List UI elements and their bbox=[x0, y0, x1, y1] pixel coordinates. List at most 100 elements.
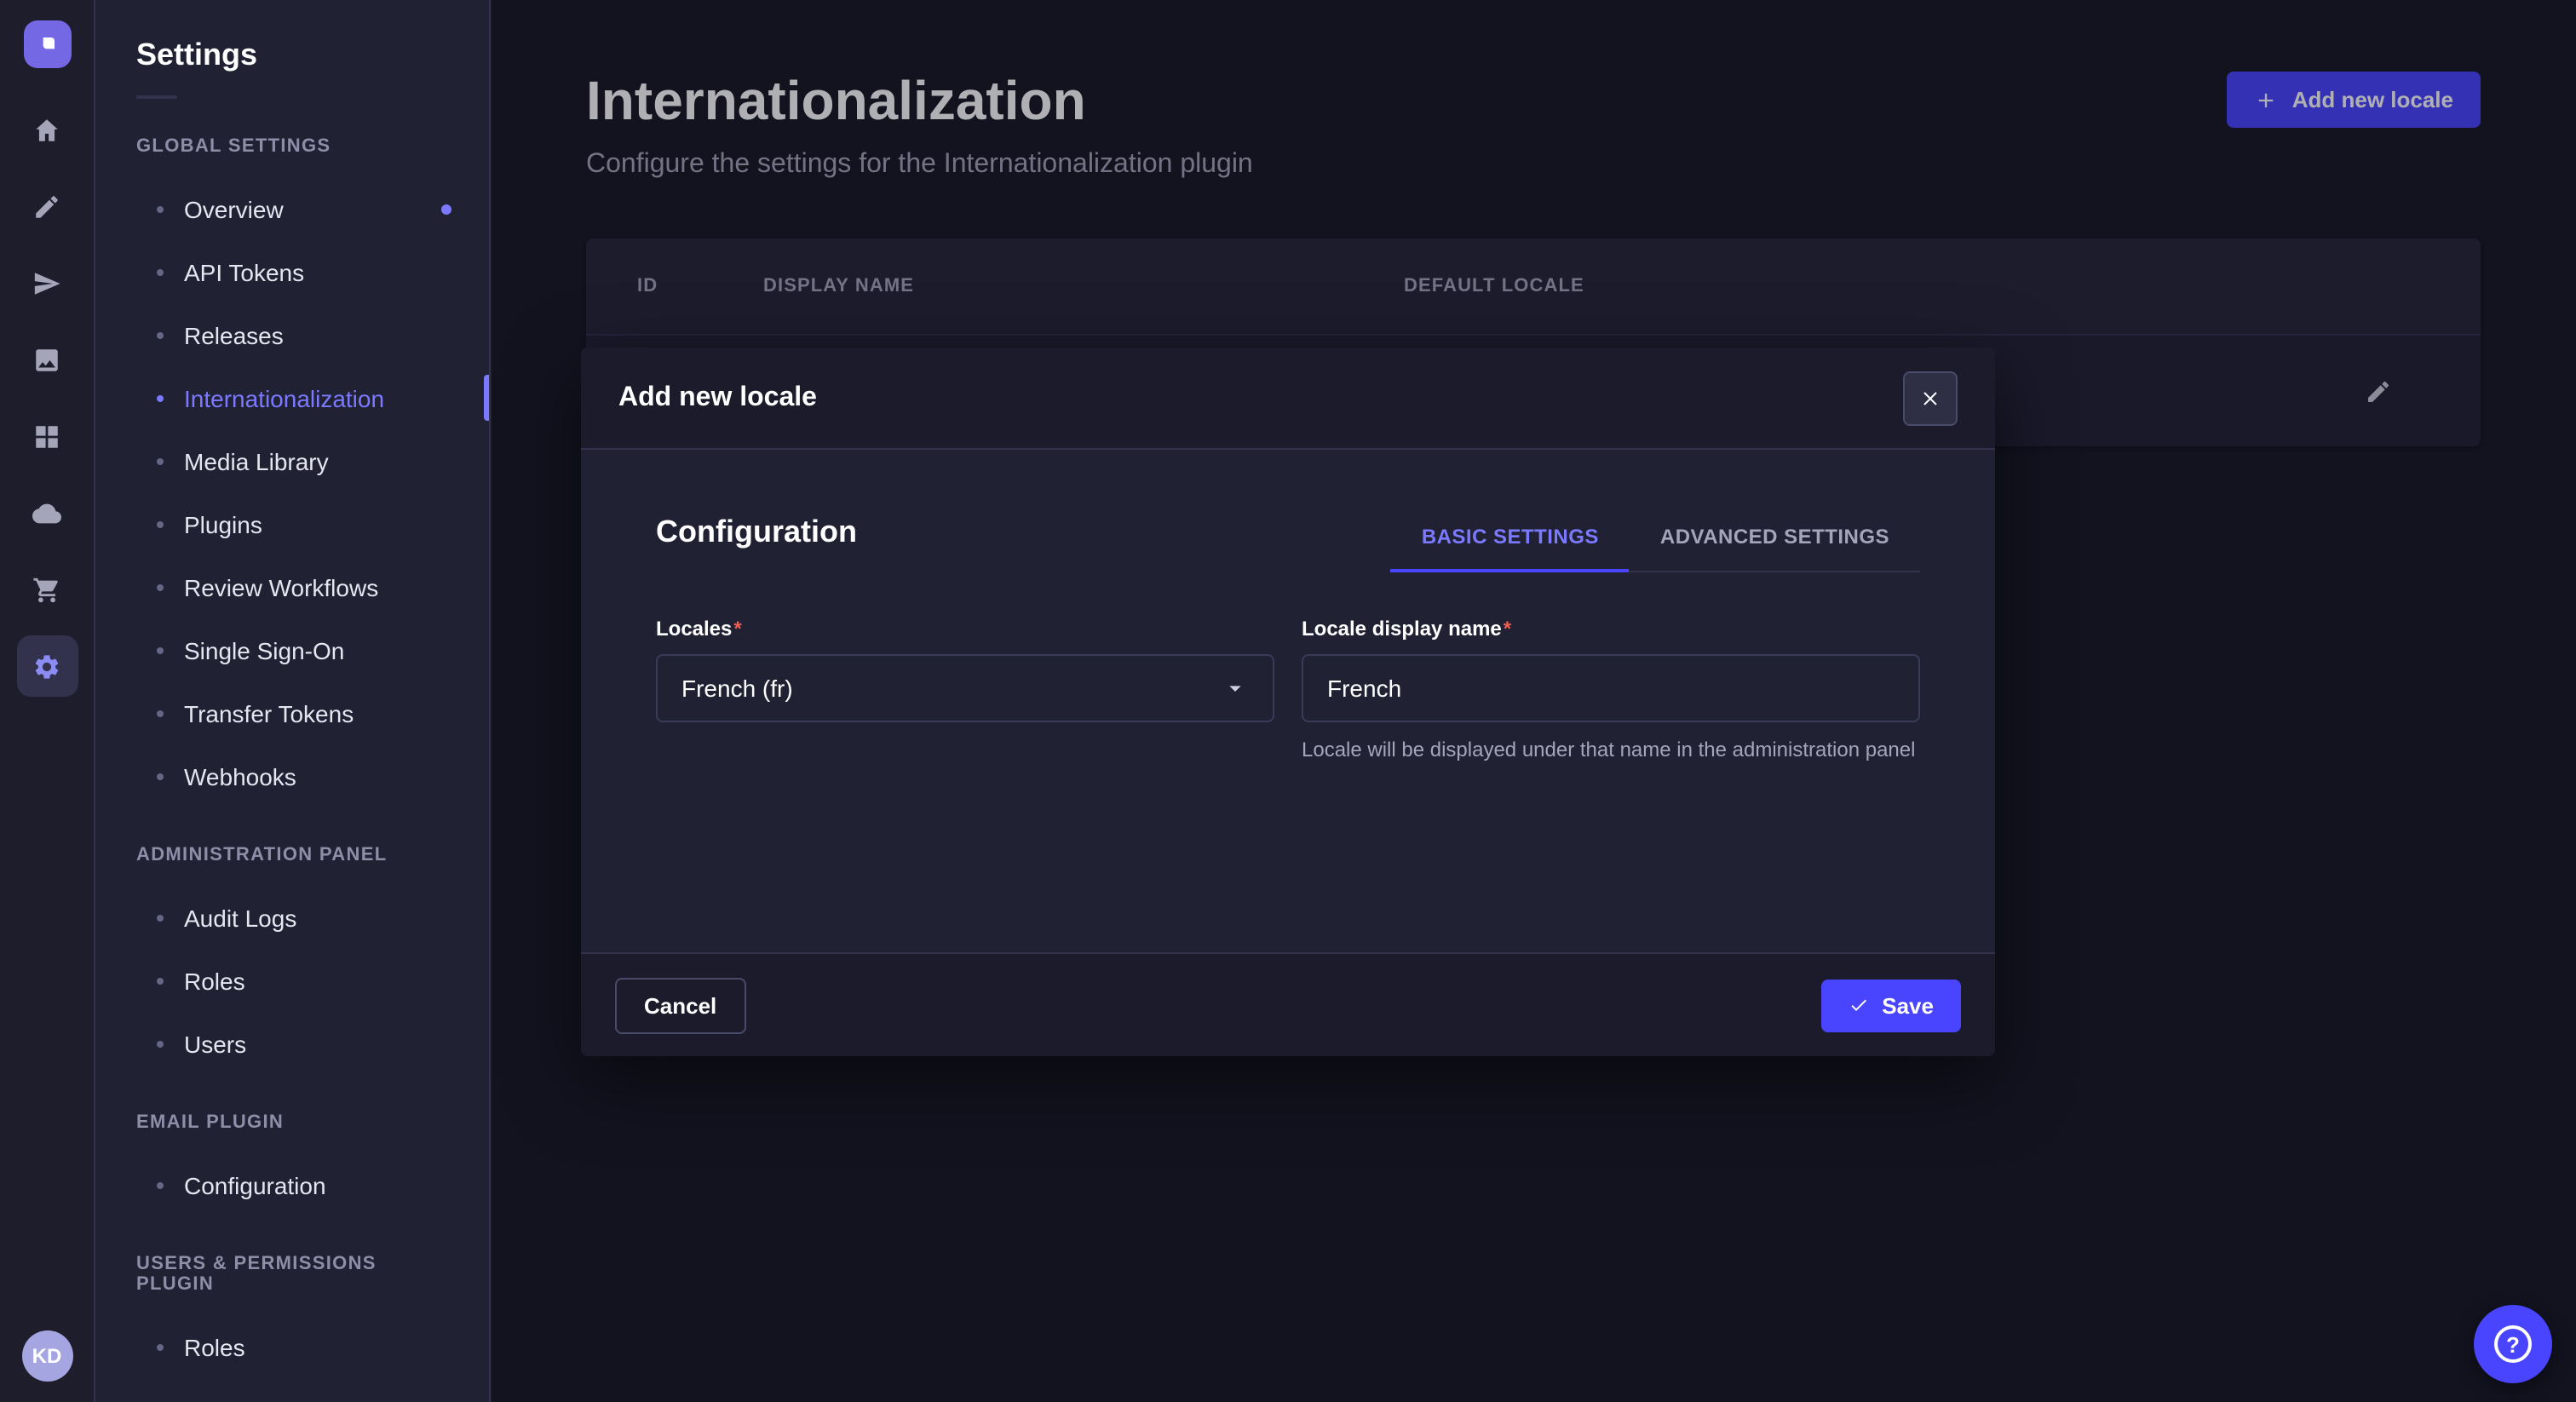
display-name-field: Locale display name* Locale will be disp… bbox=[1302, 617, 1920, 765]
section-users-permissions-plugin: USERS & PERMISSIONS PLUGIN bbox=[136, 1254, 448, 1295]
main-nav-rail: KD bbox=[0, 0, 95, 1402]
sidebar-item-label: Roles bbox=[184, 1333, 245, 1360]
section-email-plugin: EMAIL PLUGIN bbox=[136, 1112, 448, 1133]
help-button[interactable]: ? bbox=[2474, 1305, 2552, 1383]
sidebar-item-providers[interactable]: Providers bbox=[95, 1378, 489, 1402]
close-icon bbox=[1920, 388, 1941, 408]
sidebar-item-review-workflows[interactable]: Review Workflows bbox=[95, 555, 489, 618]
locales-select[interactable]: French (fr) bbox=[656, 654, 1274, 722]
bullet-icon bbox=[157, 773, 164, 779]
sidebar-item-email-configuration[interactable]: Configuration bbox=[95, 1153, 489, 1216]
tab-basic-settings[interactable]: BASIC SETTINGS bbox=[1391, 508, 1630, 571]
modal-title: Add new locale bbox=[618, 382, 817, 413]
section-global-settings: GLOBAL SETTINGS bbox=[136, 136, 448, 157]
sidebar-item-label: Review Workflows bbox=[184, 573, 378, 600]
locales-label-text: Locales bbox=[656, 617, 732, 641]
app-window: KD Settings GLOBAL SETTINGS Overview API… bbox=[0, 0, 2576, 1402]
sidebar-item-label: Media Library bbox=[184, 447, 329, 474]
check-icon bbox=[1848, 995, 1868, 1015]
sidebar-item-plugins[interactable]: Plugins bbox=[95, 492, 489, 555]
bullet-icon bbox=[157, 394, 164, 401]
settings-tabs: BASIC SETTINGS ADVANCED SETTINGS bbox=[1391, 508, 1920, 572]
settings-sidebar: Settings GLOBAL SETTINGS Overview API To… bbox=[95, 0, 491, 1402]
bullet-icon bbox=[157, 268, 164, 275]
strapi-logo-icon bbox=[33, 31, 60, 58]
sidebar-item-audit-logs[interactable]: Audit Logs bbox=[95, 886, 489, 949]
sidebar-item-webhooks[interactable]: Webhooks bbox=[95, 744, 489, 807]
bullet-icon bbox=[157, 331, 164, 338]
sidebar-item-admin-roles[interactable]: Roles bbox=[95, 949, 489, 1012]
bullet-icon bbox=[157, 583, 164, 590]
modal-header: Add new locale bbox=[581, 348, 1995, 450]
sidebar-item-api-tokens[interactable]: API Tokens bbox=[95, 240, 489, 303]
locales-label: Locales* bbox=[656, 617, 1274, 641]
locales-select-value: French (fr) bbox=[681, 675, 793, 702]
locale-form: Locales* French (fr) Locale display name… bbox=[656, 617, 1920, 765]
sidebar-item-label: API Tokens bbox=[184, 258, 304, 285]
sidebar-divider bbox=[136, 95, 177, 99]
notification-dot-icon bbox=[441, 204, 451, 214]
bullet-icon bbox=[157, 1343, 164, 1350]
cloud-icon[interactable] bbox=[16, 482, 78, 543]
sidebar-item-label: Audit Logs bbox=[184, 904, 296, 931]
display-name-label-text: Locale display name bbox=[1302, 617, 1502, 641]
avatar[interactable]: KD bbox=[21, 1330, 72, 1382]
send-icon[interactable] bbox=[16, 252, 78, 313]
sidebar-item-overview[interactable]: Overview bbox=[95, 177, 489, 240]
display-name-input[interactable] bbox=[1302, 654, 1920, 722]
sidebar-item-internationalization[interactable]: Internationalization bbox=[95, 366, 489, 429]
bullet-icon bbox=[157, 710, 164, 716]
sidebar-item-label: Internationalization bbox=[184, 384, 384, 411]
bullet-icon bbox=[157, 457, 164, 464]
configuration-row: Configuration BASIC SETTINGS ADVANCED SE… bbox=[656, 508, 1920, 572]
sidebar-item-label: Roles bbox=[184, 967, 245, 994]
add-locale-modal: Add new locale Configuration BASIC SETTI… bbox=[581, 348, 1995, 1056]
save-button[interactable]: Save bbox=[1820, 979, 1961, 1031]
display-name-hint: Locale will be displayed under that name… bbox=[1302, 736, 1920, 765]
sidebar-item-label: Providers bbox=[184, 1396, 285, 1402]
cancel-button[interactable]: Cancel bbox=[615, 977, 745, 1033]
sidebar-item-label: Releases bbox=[184, 321, 284, 348]
sidebar-item-single-sign-on[interactable]: Single Sign-On bbox=[95, 618, 489, 681]
section-administration-panel: ADMINISTRATION PANEL bbox=[136, 845, 448, 865]
required-asterisk: * bbox=[733, 617, 741, 641]
chevron-down-icon bbox=[1222, 675, 1249, 702]
bullet-icon bbox=[157, 646, 164, 653]
modal-body: Configuration BASIC SETTINGS ADVANCED SE… bbox=[581, 450, 1995, 952]
sidebar-item-label: Transfer Tokens bbox=[184, 699, 354, 727]
sidebar-item-label: Plugins bbox=[184, 510, 262, 537]
cart-icon[interactable] bbox=[16, 559, 78, 620]
bullet-icon bbox=[157, 1181, 164, 1188]
sidebar-title: Settings bbox=[136, 34, 489, 75]
sidebar-item-label: Single Sign-On bbox=[184, 636, 344, 664]
bullet-icon bbox=[157, 520, 164, 527]
locales-field: Locales* French (fr) bbox=[656, 617, 1274, 765]
sidebar-item-label: Configuration bbox=[184, 1171, 326, 1198]
nav-icon-list bbox=[16, 99, 78, 697]
close-button[interactable] bbox=[1903, 371, 1958, 425]
bullet-icon bbox=[157, 1040, 164, 1047]
sidebar-item-media-library[interactable]: Media Library bbox=[95, 429, 489, 492]
strapi-logo[interactable] bbox=[23, 20, 71, 68]
display-name-label: Locale display name* bbox=[1302, 617, 1920, 641]
sidebar-item-users[interactable]: Users bbox=[95, 1012, 489, 1075]
question-mark-icon: ? bbox=[2494, 1325, 2532, 1363]
sidebar-item-releases[interactable]: Releases bbox=[95, 303, 489, 366]
bullet-icon bbox=[157, 914, 164, 921]
tab-advanced-settings[interactable]: ADVANCED SETTINGS bbox=[1630, 508, 1920, 571]
grid-icon[interactable] bbox=[16, 405, 78, 467]
sidebar-item-label: Overview bbox=[184, 195, 284, 222]
required-asterisk: * bbox=[1504, 617, 1511, 641]
save-label: Save bbox=[1882, 992, 1934, 1018]
media-library-icon[interactable] bbox=[16, 329, 78, 390]
sidebar-item-up-roles[interactable]: Roles bbox=[95, 1315, 489, 1378]
sidebar-item-transfer-tokens[interactable]: Transfer Tokens bbox=[95, 681, 489, 744]
sidebar-item-label: Users bbox=[184, 1030, 246, 1057]
home-icon[interactable] bbox=[16, 99, 78, 160]
bullet-icon bbox=[157, 977, 164, 984]
bullet-icon bbox=[157, 205, 164, 212]
sidebar-item-label: Webhooks bbox=[184, 762, 296, 790]
configuration-title: Configuration bbox=[656, 514, 857, 550]
gear-icon[interactable] bbox=[16, 635, 78, 697]
pen-icon[interactable] bbox=[16, 175, 78, 237]
